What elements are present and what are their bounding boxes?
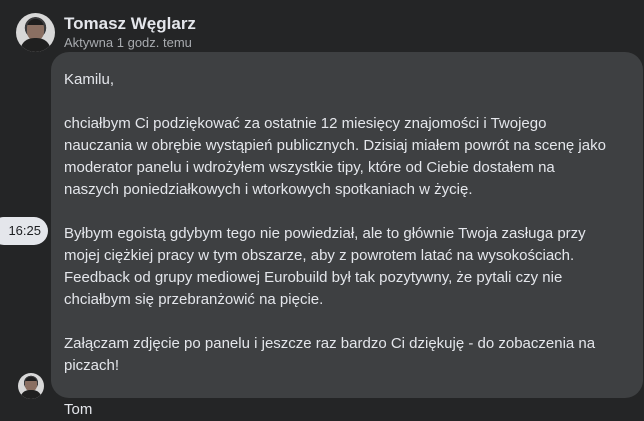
message-greeting: Kamilu, [64,71,115,88]
avatar-body [20,37,51,52]
avatar-face [26,19,45,40]
message-paragraph: Załączam zdjęcie po panelu i jeszcze raz… [64,335,596,374]
avatar-face [25,377,37,391]
message-bubble[interactable]: Kamilu, chciałbym Ci podziękować za osta… [51,52,643,418]
message-timestamp: 16:25 [0,217,48,245]
contact-name[interactable]: Tomasz Węglarz [64,14,196,34]
message-signature: Tom [64,401,93,418]
avatar-body [21,389,41,399]
message-paragraph: Byłbym egoistą gdybym tego nie powiedzia… [64,225,586,308]
message-paragraph: chciałbym Ci podziękować za ostatnie 12 … [64,115,606,198]
sender-avatar[interactable] [18,373,44,399]
contact-status: Aktywna 1 godz. temu [64,35,192,50]
contact-avatar[interactable] [16,13,55,52]
